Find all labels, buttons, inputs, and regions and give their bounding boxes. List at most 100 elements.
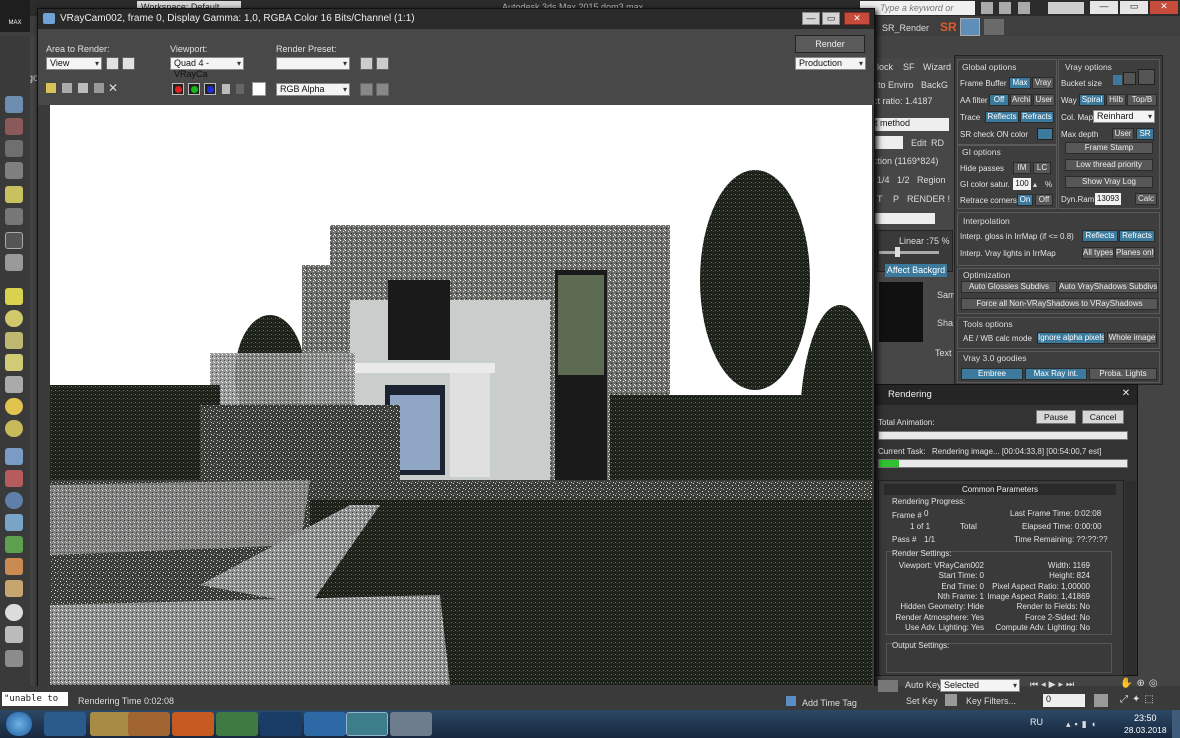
rd-button[interactable]: RD xyxy=(931,138,944,148)
time-config-icon[interactable] xyxy=(1094,694,1108,707)
bucket-small-button[interactable] xyxy=(1113,75,1122,85)
star-icon[interactable] xyxy=(999,2,1011,14)
gi-satur-stepper[interactable]: ▴ xyxy=(1033,180,1037,189)
phone-icon[interactable] xyxy=(5,650,23,667)
linear-slider-handle[interactable] xyxy=(895,247,900,257)
maxscript-listener[interactable]: "unable to c xyxy=(2,692,68,718)
way-hilb-button[interactable]: Hilb xyxy=(1106,94,1126,106)
interp-refracts-button[interactable]: Refracts xyxy=(1119,230,1155,242)
particle-icon[interactable] xyxy=(5,514,23,531)
blue-channel-toggle[interactable] xyxy=(204,83,216,95)
wizard-button[interactable]: Wizard xyxy=(923,62,951,72)
render-preset-dropdown[interactable] xyxy=(276,57,350,70)
sun-icon[interactable] xyxy=(5,398,23,415)
auto-glossies-button[interactable]: Auto Glossies Subdivs xyxy=(961,281,1057,293)
backg-button[interactable]: BackG xyxy=(921,80,948,90)
firefox-icon[interactable] xyxy=(172,712,214,736)
rendering-close-icon[interactable]: ✕ xyxy=(1118,388,1134,401)
proxy-icon[interactable] xyxy=(5,470,23,487)
close-button[interactable]: ✕ xyxy=(1150,1,1178,14)
cone-icon[interactable] xyxy=(5,376,23,393)
add-time-tag[interactable]: Add Time Tag xyxy=(802,698,857,708)
teapot-icon[interactable] xyxy=(984,19,1004,35)
explorer-icon[interactable] xyxy=(90,712,132,736)
3dsmax-icon[interactable] xyxy=(346,712,388,736)
p-button[interactable]: P xyxy=(893,194,899,204)
im-button[interactable]: IM xyxy=(1013,162,1031,174)
red-channel-toggle[interactable] xyxy=(172,83,184,95)
language-indicator[interactable]: RU xyxy=(1030,717,1043,727)
sketchup-icon[interactable] xyxy=(216,712,258,736)
clear-icon[interactable]: ✕ xyxy=(108,81,118,95)
grass-icon[interactable] xyxy=(5,536,23,553)
linear-slider[interactable] xyxy=(879,251,939,254)
scatter-icon[interactable] xyxy=(5,448,23,465)
environment-icon[interactable] xyxy=(376,57,389,70)
ignore-alpha-button[interactable]: Ignore alpha pixels xyxy=(1037,332,1105,344)
color-swatch[interactable] xyxy=(252,82,266,96)
green-channel-toggle[interactable] xyxy=(188,83,200,95)
mono-toggle[interactable] xyxy=(236,84,244,94)
embree-button[interactable]: Embree xyxy=(961,368,1023,380)
set-key-button[interactable]: Set Key xyxy=(906,696,938,706)
key-selection-dropdown[interactable]: Selected xyxy=(940,679,1020,692)
sr-check-color-swatch[interactable] xyxy=(1037,128,1053,140)
viewport-nav-controls-2[interactable]: ⤢✦⬚ xyxy=(1120,694,1178,706)
camera-dropdown[interactable] xyxy=(873,136,903,149)
t-button[interactable]: T xyxy=(877,194,883,204)
auto-key-button[interactable]: Auto Key xyxy=(905,680,942,690)
frame-stamp-button[interactable]: Frame Stamp xyxy=(1065,142,1153,154)
minimize-button[interactable]: — xyxy=(1090,1,1118,14)
gi-satur-input[interactable]: 100 xyxy=(1013,178,1031,190)
retrace-off-button[interactable]: Off xyxy=(1035,194,1053,206)
clone-icon[interactable] xyxy=(62,83,72,93)
material-icon[interactable] xyxy=(5,118,23,135)
render-setup-icon[interactable] xyxy=(360,57,373,70)
show-log-button[interactable]: Show Vray Log xyxy=(1065,176,1153,188)
render-button[interactable]: Render xyxy=(795,35,865,53)
copy-icon[interactable] xyxy=(78,83,88,93)
current-frame-input[interactable]: 0 xyxy=(1043,694,1085,707)
search-input[interactable]: Type a keyword or phrase xyxy=(860,1,975,27)
vray-icon[interactable] xyxy=(5,254,23,271)
all-types-button[interactable]: All types xyxy=(1082,247,1114,259)
grid-icon[interactable] xyxy=(5,162,23,179)
layers-icon[interactable] xyxy=(5,140,23,157)
box-icon[interactable] xyxy=(5,288,23,305)
light-icon[interactable] xyxy=(5,186,23,203)
show-desktop-button[interactable] xyxy=(1172,710,1180,738)
media-icon[interactable] xyxy=(128,712,170,736)
common-parameters-header[interactable]: Common Parameters xyxy=(884,484,1116,495)
max-depth-sr-button[interactable]: SR xyxy=(1136,128,1154,140)
trace-reflects-button[interactable]: Reflects xyxy=(985,111,1019,123)
max-depth-user-button[interactable]: User xyxy=(1112,128,1134,140)
cancel-button[interactable]: Cancel xyxy=(1082,410,1124,424)
pause-button[interactable]: Pause xyxy=(1036,410,1076,424)
auto-shadows-button[interactable]: Auto VrayShadows Subdivs xyxy=(1058,281,1158,293)
aa-off-button[interactable]: Off xyxy=(989,94,1009,106)
frame-buffer-max[interactable]: Max xyxy=(1009,77,1031,89)
photoshop-icon[interactable] xyxy=(260,712,302,736)
force-shadows-button[interactable]: Force all Non-VRayShadows to VRayShadows xyxy=(961,298,1158,310)
sphere-icon[interactable] xyxy=(5,310,23,327)
region-button[interactable]: Region xyxy=(917,175,946,185)
bucket-large-button[interactable] xyxy=(1138,69,1155,85)
interp-reflects-button[interactable]: Reflects xyxy=(1082,230,1118,242)
telegram-icon[interactable] xyxy=(304,712,346,736)
aa-archi-button[interactable]: Archi xyxy=(1010,94,1032,106)
dyn-ram-calc-button[interactable]: Calc xyxy=(1135,193,1157,205)
spiral-icon[interactable] xyxy=(5,580,23,597)
retrace-on-button[interactable]: On xyxy=(1017,194,1033,206)
cylinder-icon[interactable] xyxy=(5,332,23,349)
affect-backgrd-button[interactable]: Affect Backgrd xyxy=(885,264,947,277)
col-map-dropdown[interactable]: Reinhard xyxy=(1093,110,1155,123)
teapot-render-icon[interactable] xyxy=(960,18,980,36)
torus-icon[interactable] xyxy=(5,420,23,437)
ie-icon[interactable] xyxy=(44,712,86,736)
key-filters-button[interactable]: Key Filters... xyxy=(966,696,1016,706)
save-icon[interactable] xyxy=(46,83,56,93)
aa-user-button[interactable]: User xyxy=(1033,94,1055,106)
area-to-render-dropdown[interactable]: View xyxy=(46,57,102,70)
viewport-nav-controls[interactable]: ✋⊕◎ xyxy=(1120,678,1178,690)
max-logo[interactable]: MAX xyxy=(0,0,30,32)
